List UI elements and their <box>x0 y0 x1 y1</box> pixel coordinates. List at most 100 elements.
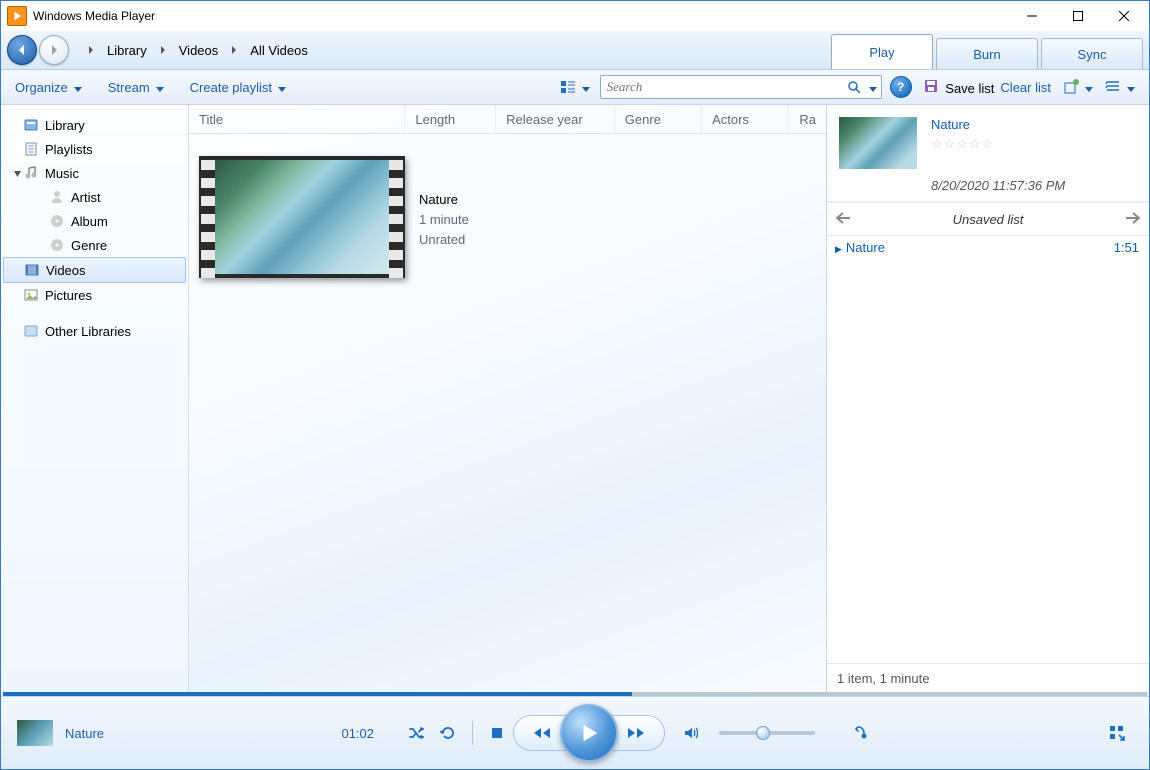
sidebar-item-genre[interactable]: Genre <box>3 233 186 257</box>
transport-pill <box>513 715 665 751</box>
mute-button[interactable] <box>675 717 707 749</box>
play-list-pane: Nature ☆☆☆☆☆ 8/20/2020 11:57:36 PM Unsav… <box>826 105 1149 692</box>
playlists-icon <box>23 141 39 157</box>
col-length[interactable]: Length <box>405 105 496 133</box>
chevron-down-icon <box>582 80 590 95</box>
back-button[interactable] <box>7 35 37 65</box>
search-icon[interactable] <box>843 80 865 94</box>
library-icon <box>23 117 39 133</box>
column-headers: Title Length Release year Genre Actors R… <box>189 105 826 134</box>
pictures-icon <box>23 287 39 303</box>
col-rating[interactable]: Ra <box>789 105 826 133</box>
playlist-item-length: 1:51 <box>1114 240 1139 255</box>
now-playing-button[interactable] <box>845 717 877 749</box>
chevron-down-icon <box>74 80 82 95</box>
chevron-down-icon <box>1085 80 1093 95</box>
view-options-button[interactable] <box>554 75 596 99</box>
collapse-icon[interactable] <box>11 169 23 178</box>
player-bar: Nature 01:02 <box>1 696 1149 769</box>
help-button[interactable]: ? <box>890 76 912 98</box>
close-button[interactable] <box>1101 1 1147 31</box>
content-area: Title Length Release year Genre Actors R… <box>189 105 826 692</box>
sidebar-item-videos[interactable]: Videos <box>3 257 186 283</box>
breadcrumb-library[interactable]: Library <box>103 41 151 60</box>
import-icon <box>1063 79 1079 95</box>
play-button[interactable] <box>560 704 618 762</box>
playlist-footer: 1 item, 1 minute <box>827 663 1149 692</box>
breadcrumb-all-videos[interactable]: All Videos <box>246 41 312 60</box>
video-length: 1 minute <box>419 210 469 230</box>
playlist-name: Unsaved list <box>953 212 1024 227</box>
breadcrumb-videos[interactable]: Videos <box>175 41 223 60</box>
video-metadata: Nature 1 minute Unrated <box>419 156 469 250</box>
create-playlist-menu[interactable]: Create playlist <box>184 76 292 99</box>
search-input[interactable] <box>601 79 843 95</box>
chevron-down-icon <box>1127 80 1135 95</box>
player-thumbnail[interactable] <box>17 720 53 746</box>
chevron-right-icon <box>230 43 238 58</box>
videos-icon <box>24 262 40 278</box>
other-libraries-icon <box>23 323 39 339</box>
music-icon <box>23 165 39 181</box>
search-options-dropdown[interactable] <box>869 80 877 95</box>
video-thumbnail[interactable] <box>199 156 405 278</box>
col-genre[interactable]: Genre <box>615 105 702 133</box>
shuffle-button[interactable] <box>400 717 432 749</box>
sidebar-item-album[interactable]: Album <box>3 209 186 233</box>
sidebar-item-other-libraries[interactable]: Other Libraries <box>3 319 186 343</box>
chevron-right-icon <box>159 43 167 58</box>
now-playing-thumbnail[interactable] <box>839 117 917 169</box>
wmp-logo-icon <box>7 6 27 26</box>
sidebar-item-playlists[interactable]: Playlists <box>3 137 186 161</box>
titlebar: Windows Media Player <box>1 1 1149 31</box>
minimize-button[interactable] <box>1009 1 1055 31</box>
chevron-down-icon <box>278 80 286 95</box>
col-title[interactable]: Title <box>189 105 405 133</box>
maximize-button[interactable] <box>1055 1 1101 31</box>
search-box[interactable] <box>600 75 882 99</box>
sidebar-item-pictures[interactable]: Pictures <box>3 283 186 307</box>
tab-burn[interactable]: Burn <box>936 38 1038 69</box>
list-icon <box>1105 79 1121 95</box>
rating-stars[interactable]: ☆☆☆☆☆ <box>931 136 1065 152</box>
player-now-playing: Nature <box>65 726 104 741</box>
video-title: Nature <box>419 190 469 210</box>
elapsed-time: 01:02 <box>328 726 374 741</box>
sidebar-item-artist[interactable]: Artist <box>3 185 186 209</box>
next-list-button[interactable] <box>1125 212 1141 227</box>
sidebar: Library Playlists Music Artist Album Gen… <box>1 105 189 692</box>
forward-button[interactable] <box>39 35 69 65</box>
col-actors[interactable]: Actors <box>702 105 789 133</box>
playlist-header: Unsaved list <box>827 202 1149 236</box>
playlist-item[interactable]: ▶Nature 1:51 <box>827 236 1149 259</box>
repeat-button[interactable] <box>432 717 464 749</box>
now-playing-title[interactable]: Nature <box>931 117 1065 132</box>
save-list-button[interactable]: Save list <box>924 79 995 96</box>
artist-icon <box>49 189 65 205</box>
stop-button[interactable] <box>481 717 513 749</box>
previous-button[interactable] <box>518 718 566 748</box>
view-tiles-icon <box>560 79 576 95</box>
now-playing-date: 8/20/2020 11:57:36 PM <box>931 178 1065 193</box>
window-title: Windows Media Player <box>33 9 1009 23</box>
prev-list-button[interactable] <box>835 212 851 227</box>
tab-sync[interactable]: Sync <box>1041 38 1143 69</box>
album-icon <box>49 213 65 229</box>
tab-play[interactable]: Play <box>831 34 933 69</box>
volume-knob[interactable] <box>756 726 770 740</box>
col-release-year[interactable]: Release year <box>496 105 615 133</box>
video-rating: Unrated <box>419 230 469 250</box>
chevron-right-icon <box>87 43 95 58</box>
next-button[interactable] <box>612 718 660 748</box>
switch-view-button[interactable] <box>1101 717 1133 749</box>
stream-menu[interactable]: Stream <box>102 76 170 99</box>
clear-list-button[interactable]: Clear list <box>994 76 1057 99</box>
import-button[interactable] <box>1057 75 1099 99</box>
playlist-item-title: Nature <box>846 240 885 255</box>
volume-slider[interactable] <box>719 731 815 735</box>
organize-menu[interactable]: Organize <box>9 76 88 99</box>
sidebar-item-music[interactable]: Music <box>3 161 186 185</box>
list-options-button[interactable] <box>1099 75 1141 99</box>
nav-row: Library Videos All Videos Play Burn Sync <box>1 31 1149 70</box>
sidebar-item-library[interactable]: Library <box>3 113 186 137</box>
